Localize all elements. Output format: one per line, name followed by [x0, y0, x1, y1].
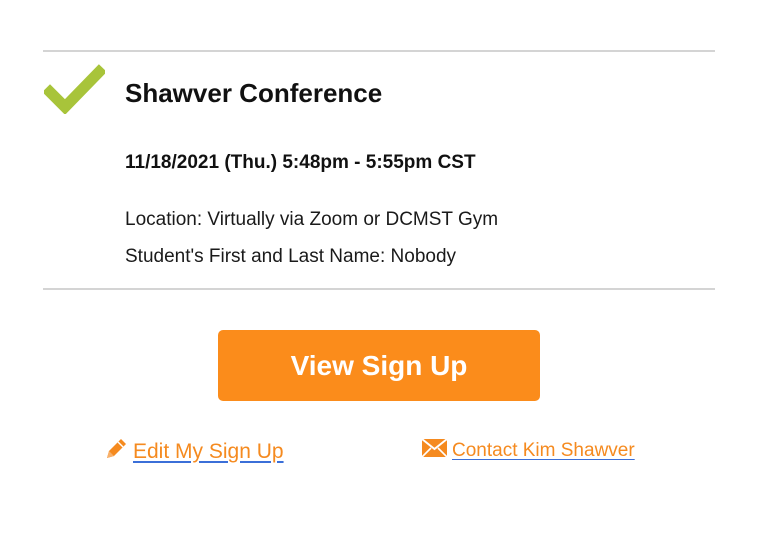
- edit-sign-up-label: Edit My Sign Up: [133, 440, 284, 463]
- event-title: Shawver Conference: [125, 78, 383, 108]
- event-location: Location: Virtually via Zoom or DCMST Gy…: [125, 209, 499, 230]
- mail-icon: [421, 438, 448, 458]
- student-name: Student's First and Last Name: Nobody: [125, 246, 457, 267]
- event-datetime: 11/18/2021 (Thu.) 5:48pm - 5:55pm CST: [125, 152, 476, 173]
- top-divider: [43, 50, 715, 52]
- contact-organizer-label: Contact Kim Shawver: [452, 440, 635, 461]
- checkmark-icon: [44, 64, 105, 114]
- signup-confirmation-page: Shawver Conference 11/18/2021 (Thu.) 5:4…: [0, 0, 762, 537]
- view-sign-up-button[interactable]: View Sign Up: [218, 330, 540, 401]
- bottom-divider: [43, 288, 715, 290]
- edit-sign-up-link[interactable]: Edit My Sign Up: [103, 439, 284, 464]
- pencil-icon: [107, 439, 126, 458]
- contact-organizer-link[interactable]: Contact Kim Shawver: [421, 438, 635, 462]
